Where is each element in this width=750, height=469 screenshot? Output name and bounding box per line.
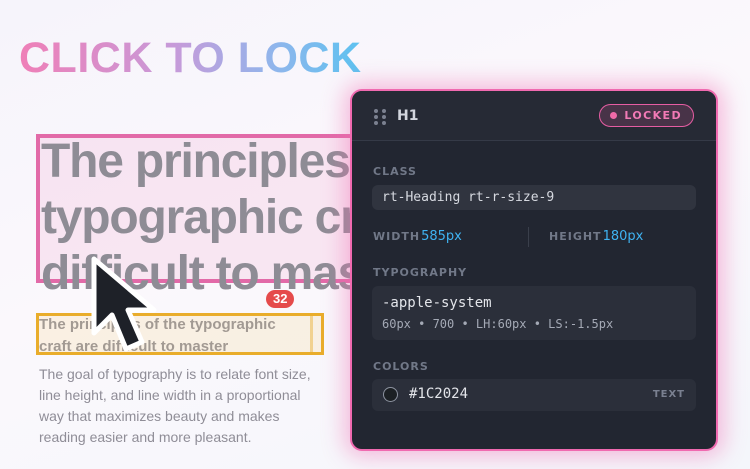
height-metric: HEIGHT 180px xyxy=(549,229,643,244)
hover-element-highlight xyxy=(36,313,324,355)
font-metrics-value: 60px • 700 • LH:60px • LS:-1.5px xyxy=(382,317,614,331)
font-family-value: -apple-system xyxy=(382,295,492,311)
color-hex-value: #1C2024 xyxy=(409,386,469,402)
width-metric: WIDTH 585px xyxy=(373,229,462,244)
body-text-line: line height, and line width in a proport… xyxy=(39,387,301,403)
colors-section-label: COLORS xyxy=(373,360,429,373)
height-value: 180px xyxy=(602,229,644,244)
body-text-line: reading easier and more pleasant. xyxy=(39,429,252,445)
dimensions-divider xyxy=(528,227,529,247)
locked-status-badge[interactable]: LOCKED xyxy=(599,104,694,127)
mouse-pointer-icon xyxy=(91,256,157,352)
body-text-line: way that maximizes beauty and makes xyxy=(39,408,280,424)
dimensions-row: WIDTH 585px HEIGHT 180px xyxy=(373,227,697,249)
class-section-label: CLASS xyxy=(373,165,417,178)
color-role-label: TEXT xyxy=(652,389,685,400)
typography-section-label: TYPOGRAPHY xyxy=(373,266,468,279)
element-tag: H1 xyxy=(397,108,419,124)
width-value: 585px xyxy=(421,229,462,244)
typography-card[interactable]: -apple-system 60px • 700 • LH:60px • LS:… xyxy=(372,286,696,340)
color-swatch xyxy=(383,387,398,402)
locked-status-label: LOCKED xyxy=(624,109,682,122)
inspector-header: H1 LOCKED xyxy=(352,91,716,141)
status-dot-icon xyxy=(610,112,618,119)
width-label: WIDTH xyxy=(373,230,421,243)
page-body-text: The goal of typography is to relate font… xyxy=(39,364,329,448)
height-label: HEIGHT xyxy=(549,230,602,243)
inspector-panel: H1 LOCKED CLASS rt-Heading rt-r-size-9 W… xyxy=(350,89,718,451)
class-value[interactable]: rt-Heading rt-r-size-9 xyxy=(372,185,696,210)
color-row[interactable]: #1C2024 TEXT xyxy=(372,379,696,411)
grip-dots-icon[interactable] xyxy=(374,109,386,125)
size-badge: 32 xyxy=(266,290,295,308)
headline: CLICK TO LOCK xyxy=(19,34,362,82)
body-text-line: The goal of typography is to relate font… xyxy=(39,366,311,382)
